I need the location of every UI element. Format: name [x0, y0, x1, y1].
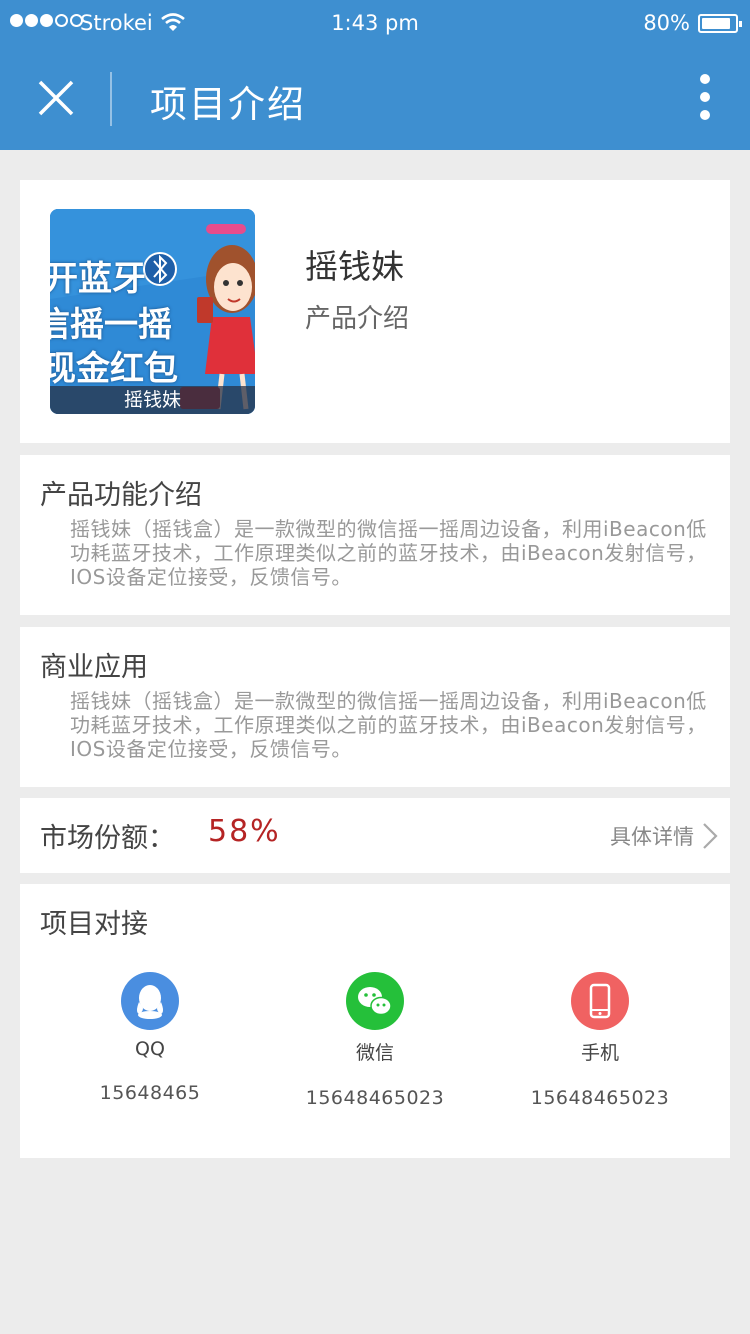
close-icon[interactable] — [30, 72, 82, 124]
nav-bar: 项目介绍 — [0, 48, 750, 150]
details-link-label: 具体详情 — [610, 825, 694, 849]
status-time: 1:43 pm — [331, 11, 419, 35]
contact-number[interactable]: 15648465023 — [490, 1087, 710, 1109]
product-image-caption: 摇钱妹 — [50, 386, 255, 414]
contact-item-phone: 手机 15648465023 — [490, 972, 710, 1109]
contact-number[interactable]: 15648465023 — [265, 1087, 485, 1109]
product-image: 开蓝牙 信摇一摇 现金红包 摇钱妹 — [50, 209, 255, 414]
image-banner-line-2: 信摇一摇 — [50, 305, 172, 345]
contact-number[interactable]: 15648465 — [40, 1082, 260, 1104]
phone-icon[interactable] — [571, 972, 629, 1030]
market-share-label: 市场份额： — [40, 823, 175, 854]
more-options-icon[interactable] — [696, 74, 714, 126]
chevron-right-icon — [703, 823, 718, 849]
function-section-title: 产品功能介绍 — [40, 480, 202, 511]
app-header: Strokei 1:43 pm 80% 项目介绍 — [0, 0, 750, 150]
contact-section: 项目对接 QQ 15648465 微信 15648465023 手机 15648… — [20, 884, 730, 1158]
product-subtitle: 产品介绍 — [305, 304, 410, 334]
contact-label: QQ — [135, 1038, 165, 1060]
image-banner-line-1: 开蓝牙 — [50, 259, 146, 299]
product-card: 开蓝牙 信摇一摇 现金红包 摇钱妹 摇钱妹 产品介绍 — [20, 180, 730, 443]
function-section: 产品功能介绍 摇钱妹（摇钱盒）是一款微型的微信摇一摇周边设备，利用iBeacon… — [20, 455, 730, 615]
contact-label: 手机 — [580, 1042, 619, 1064]
contact-section-title: 项目对接 — [40, 909, 148, 940]
market-share-value: 58% — [208, 814, 281, 849]
business-section: 商业应用 摇钱妹（摇钱盒）是一款微型的微信摇一摇周边设备，利用iBeacon低功… — [20, 627, 730, 787]
details-link[interactable]: 具体详情 — [610, 816, 718, 856]
battery-icon — [698, 14, 742, 33]
market-share-row: 市场份额： 58% 具体详情 — [20, 798, 730, 873]
nav-divider — [110, 72, 112, 126]
image-banner-line-3: 现金红包 — [50, 349, 178, 389]
contact-item-qq: QQ 15648465 — [40, 972, 260, 1104]
wechat-icon[interactable] — [346, 972, 404, 1030]
product-name: 摇钱妹 — [305, 247, 404, 286]
contact-item-wechat: 微信 15648465023 — [265, 972, 485, 1109]
contact-label: 微信 — [355, 1042, 394, 1064]
business-section-body: 摇钱妹（摇钱盒）是一款微型的微信摇一摇周边设备，利用iBeacon低功耗蓝牙技术… — [70, 689, 707, 761]
page-title: 项目介绍 — [150, 83, 306, 126]
qq-icon[interactable] — [121, 972, 179, 1030]
battery-percentage: 80% — [643, 11, 690, 35]
status-bar: Strokei 1:43 pm 80% — [0, 0, 750, 48]
business-section-title: 商业应用 — [40, 652, 148, 683]
function-section-body: 摇钱妹（摇钱盒）是一款微型的微信摇一摇周边设备，利用iBeacon低功耗蓝牙技术… — [70, 517, 707, 589]
